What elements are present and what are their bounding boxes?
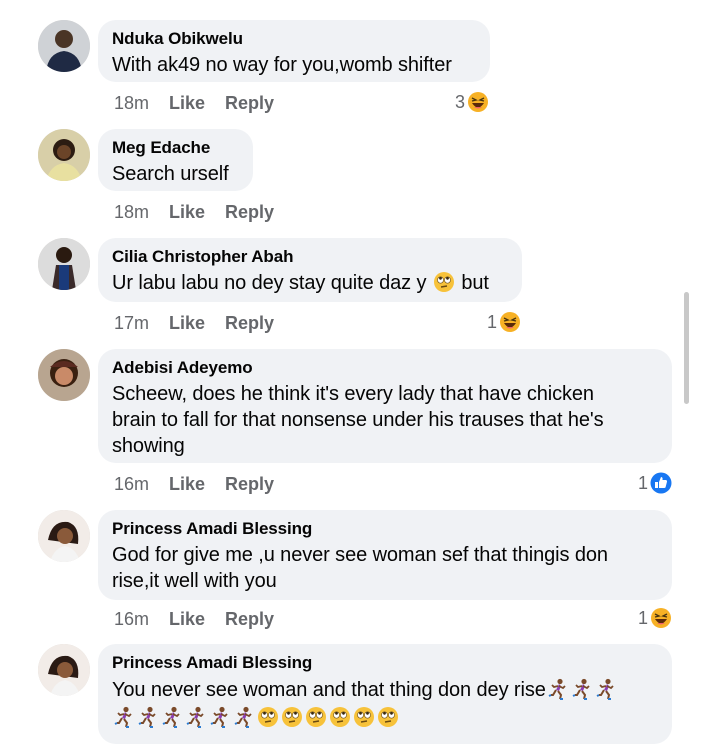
comment-text-line: Scheew, does he think it's every lady th…	[112, 383, 594, 405]
emoji-group	[546, 678, 618, 701]
comment-text-line: rise,it well with you	[112, 570, 277, 592]
running-woman-icon	[162, 706, 180, 728]
commenter-name[interactable]: Nduka Obikwelu	[112, 29, 474, 49]
reaction-summary[interactable]: 1	[487, 311, 521, 333]
running-woman-icon	[210, 706, 228, 728]
thumbs-up-icon	[650, 472, 672, 494]
avatar[interactable]	[38, 349, 90, 401]
rolling-eyes-icon	[329, 706, 351, 728]
like-button[interactable]: Like	[169, 313, 205, 333]
comment-actions: 18m Like Reply	[114, 92, 294, 114]
comment-text-part: Ur labu labu no dey stay quite daz y	[112, 272, 427, 294]
comment-text: You never see woman and that thing don d…	[112, 677, 656, 731]
reaction-summary[interactable]: 1	[638, 607, 672, 629]
reply-button[interactable]: Reply	[225, 474, 274, 494]
avatar[interactable]	[38, 238, 90, 290]
comment-actions: 16m Like Reply	[114, 473, 294, 495]
running-woman-icon	[138, 706, 156, 728]
laughing-icon	[650, 607, 672, 629]
reply-button[interactable]: Reply	[225, 313, 274, 333]
laughing-icon	[499, 311, 521, 333]
reaction-summary[interactable]: 3	[455, 91, 489, 113]
comment-text-part: You never see woman and that thing don d…	[112, 679, 546, 701]
avatar[interactable]	[38, 20, 90, 72]
like-button[interactable]: Like	[169, 609, 205, 629]
running-woman-icon	[595, 678, 614, 700]
like-button[interactable]: Like	[169, 474, 205, 494]
rolling-eyes-icon	[305, 706, 327, 728]
avatar[interactable]	[38, 129, 90, 181]
comment-actions: 16m Like Reply	[114, 608, 294, 630]
rolling-eyes-icon	[257, 706, 279, 728]
comment-bubble: Princess Amadi Blessing You never see wo…	[98, 644, 672, 744]
like-button[interactable]: Like	[169, 93, 205, 113]
comment-bubble: Adebisi Adeyemo Scheew, does he think it…	[98, 349, 672, 463]
comment-time[interactable]: 17m	[114, 313, 149, 333]
comment-text: Search urself	[112, 163, 229, 185]
comment-time[interactable]: 16m	[114, 609, 149, 629]
comment-time[interactable]: 18m	[114, 202, 149, 222]
reply-button[interactable]: Reply	[225, 609, 274, 629]
commenter-name[interactable]: Meg Edache	[112, 138, 237, 158]
commenter-name[interactable]: Adebisi Adeyemo	[112, 358, 656, 378]
avatar[interactable]	[38, 510, 90, 562]
commenter-name[interactable]: Princess Amadi Blessing	[112, 519, 656, 539]
reaction-count: 1	[638, 607, 649, 628]
emoji-line	[112, 705, 656, 731]
comment-bubble: Meg Edache Search urself	[98, 129, 253, 191]
comment-text-line: God for give me ,u never see woman sef t…	[112, 544, 608, 566]
comment-actions: 17m Like Reply	[114, 312, 294, 334]
comment-text: Ur labu labu no dey stay quite daz y but	[112, 270, 506, 296]
running-woman-icon	[234, 706, 252, 728]
reaction-count: 3	[455, 91, 466, 112]
rolling-eyes-icon	[433, 271, 455, 293]
rolling-eyes-icon	[353, 706, 375, 728]
comment-bubble: Cilia Christopher Abah Ur labu labu no d…	[98, 238, 522, 302]
like-button[interactable]: Like	[169, 202, 205, 222]
comment-time[interactable]: 18m	[114, 93, 149, 113]
reaction-count: 1	[487, 311, 498, 332]
avatar[interactable]	[38, 644, 90, 696]
comment-text-line: brain to fall for that nonsense under hi…	[112, 409, 604, 431]
reaction-summary[interactable]: 1	[638, 472, 672, 494]
comment-text: God for give me ,u never see woman sef t…	[112, 542, 656, 594]
comment-text-line: showing	[112, 435, 185, 457]
running-woman-icon	[186, 706, 204, 728]
rolling-eyes-icon	[281, 706, 303, 728]
comment-text: Scheew, does he think it's every lady th…	[112, 381, 656, 459]
previous-comment-meta	[110, 0, 710, 4]
comment-bubble: Princess Amadi Blessing God for give me …	[98, 510, 672, 600]
comment-text-part: but	[461, 272, 489, 294]
commenter-name[interactable]: Cilia Christopher Abah	[112, 247, 506, 267]
laughing-icon	[467, 91, 489, 113]
scrollbar[interactable]	[684, 292, 689, 404]
reply-button[interactable]: Reply	[225, 202, 274, 222]
comment-text: With ak49 no way for you,womb shifter	[112, 54, 452, 76]
reply-button[interactable]: Reply	[225, 93, 274, 113]
comment-bubble: Nduka Obikwelu With ak49 no way for you,…	[98, 20, 490, 82]
running-woman-icon	[571, 678, 590, 700]
comment-actions: 18m Like Reply	[114, 201, 294, 223]
reaction-count: 1	[638, 472, 649, 493]
rolling-eyes-icon	[377, 706, 399, 728]
commenter-name[interactable]: Princess Amadi Blessing	[112, 653, 656, 673]
running-woman-icon	[114, 706, 132, 728]
comment-time[interactable]: 16m	[114, 474, 149, 494]
running-woman-icon	[547, 678, 566, 700]
